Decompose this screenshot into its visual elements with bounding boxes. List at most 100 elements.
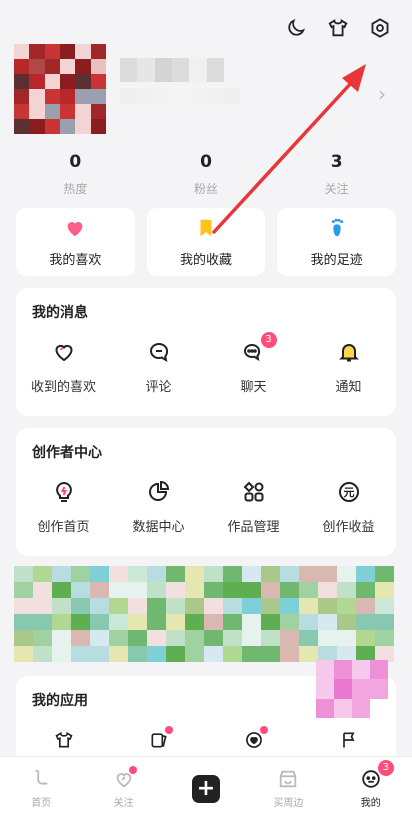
- mosaic-tile: [29, 44, 45, 59]
- tab-follow[interactable]: 关注: [89, 766, 159, 809]
- stat-heat[interactable]: 0 热度: [25, 152, 125, 197]
- my-footprints-button[interactable]: 我的足迹: [277, 208, 397, 276]
- mosaic-tile: [109, 582, 128, 598]
- mosaic-tile: [90, 104, 106, 119]
- notifications-button[interactable]: 通知: [304, 340, 394, 395]
- app-item[interactable]: [34, 730, 94, 750]
- stat-fans[interactable]: 0 粉丝: [156, 152, 256, 197]
- mosaic-tile: [261, 614, 280, 630]
- my-likes-button[interactable]: 我的喜欢: [16, 208, 135, 276]
- mosaic-tile: [109, 614, 128, 630]
- mosaic-tile: [71, 614, 90, 630]
- tab-me[interactable]: 3 我的: [336, 760, 406, 809]
- top-toolbar: [284, 16, 392, 40]
- received-likes-button[interactable]: 收到的喜欢: [19, 340, 109, 395]
- data-center-button[interactable]: 数据中心: [114, 480, 204, 535]
- settings-icon[interactable]: [368, 16, 392, 40]
- creator-center-card: 创作者中心 创作首页 数据中心 作品管理 元 创作收益: [16, 428, 396, 556]
- footprint-icon: [331, 218, 343, 236]
- tab-shop[interactable]: 买周边: [253, 768, 323, 809]
- mosaic-tile: [352, 660, 370, 680]
- mosaic-tile: [147, 646, 166, 662]
- night-mode-icon[interactable]: [284, 16, 308, 40]
- chevron-right-icon[interactable]: ›: [378, 82, 386, 106]
- shop-icon: [280, 770, 297, 788]
- floating-widget-blurred[interactable]: [316, 660, 388, 718]
- quick-links: 我的喜欢 我的收藏 我的足迹: [16, 208, 397, 276]
- profile-header[interactable]: ›: [14, 44, 396, 134]
- comment-icon: [149, 342, 168, 362]
- mosaic-tile: [280, 566, 299, 582]
- apps-grid-icon: [243, 481, 263, 502]
- chat-button[interactable]: 3 聊天: [209, 332, 299, 395]
- mosaic-tile: [44, 59, 60, 74]
- promo-banner-blurred[interactable]: [14, 566, 394, 662]
- mosaic-tile: [14, 566, 33, 582]
- mosaic-tile: [299, 566, 318, 582]
- mosaic-tile: [242, 646, 261, 662]
- mosaic-tile: [147, 598, 166, 614]
- mosaic-tile: [14, 630, 33, 646]
- mosaic-tile: [299, 582, 318, 598]
- mosaic-tile: [33, 566, 52, 582]
- notifications-label: 通知: [335, 380, 362, 395]
- mosaic-tile: [242, 582, 261, 598]
- mosaic-tile: [261, 598, 280, 614]
- stat-following[interactable]: 3 关注: [287, 152, 387, 197]
- mosaic-tile: [223, 566, 242, 582]
- stat-label: 关注: [324, 182, 349, 196]
- tab-publish[interactable]: +: [171, 774, 241, 803]
- creator-home-label: 创作首页: [37, 520, 90, 535]
- mosaic-tile: [137, 58, 155, 82]
- mosaic-tile: [223, 630, 242, 646]
- creator-home-button[interactable]: 创作首页: [19, 480, 109, 535]
- mosaic-tile: [261, 566, 280, 582]
- mosaic-tile: [147, 582, 166, 598]
- mosaic-tile: [75, 119, 91, 134]
- mosaic-tile: [334, 679, 352, 699]
- mosaic-tile: [261, 646, 280, 662]
- my-favorites-button[interactable]: 我的收藏: [146, 208, 266, 276]
- mosaic-tile: [44, 104, 60, 119]
- home-icon: [35, 769, 48, 785]
- yuan-coin-icon: 元: [338, 482, 359, 502]
- mosaic-tile: [90, 630, 109, 646]
- bell-icon: [338, 344, 359, 362]
- app-item[interactable]: [319, 730, 379, 750]
- creator-earnings-button[interactable]: 元 创作收益: [304, 480, 394, 535]
- mosaic-tile: [337, 630, 356, 646]
- mosaic-tile: [337, 566, 356, 582]
- mosaic-tile: [375, 630, 394, 646]
- received-likes-label: 收到的喜欢: [30, 380, 96, 395]
- mosaic-tile: [280, 646, 299, 662]
- mosaic-tile: [44, 89, 60, 104]
- pie-chart-icon: [148, 480, 169, 501]
- stats-row: 0 热度 0 粉丝 3 关注: [10, 152, 402, 197]
- stat-value: 0: [200, 152, 212, 172]
- stat-value: 3: [330, 152, 343, 172]
- notification-dot: [259, 726, 268, 734]
- mosaic-tile: [166, 598, 185, 614]
- app-item[interactable]: [129, 726, 189, 750]
- mosaic-tile: [52, 582, 71, 598]
- mosaic-tile: [71, 566, 90, 582]
- mosaic-tile: [59, 119, 76, 134]
- mosaic-tile: [14, 119, 30, 134]
- mosaic-tile: [172, 58, 190, 82]
- plus-icon: +: [191, 774, 220, 803]
- outfit-shirt-icon[interactable]: [326, 16, 350, 40]
- mosaic-tile: [90, 646, 109, 662]
- comments-button[interactable]: 评论: [114, 340, 204, 395]
- mosaic-tile: [204, 646, 223, 662]
- mosaic-tile: [242, 566, 261, 582]
- mosaic-tile: [185, 630, 204, 646]
- works-management-button[interactable]: 作品管理: [209, 480, 299, 535]
- avatar[interactable]: [14, 44, 106, 134]
- app-item[interactable]: [224, 726, 284, 750]
- mosaic-tile: [59, 104, 76, 119]
- mosaic-tile: [166, 630, 185, 646]
- tab-home[interactable]: 首页: [6, 768, 76, 809]
- stat-label: 粉丝: [193, 182, 218, 196]
- mosaic-tile: [375, 614, 394, 630]
- mosaic-tile: [29, 89, 45, 104]
